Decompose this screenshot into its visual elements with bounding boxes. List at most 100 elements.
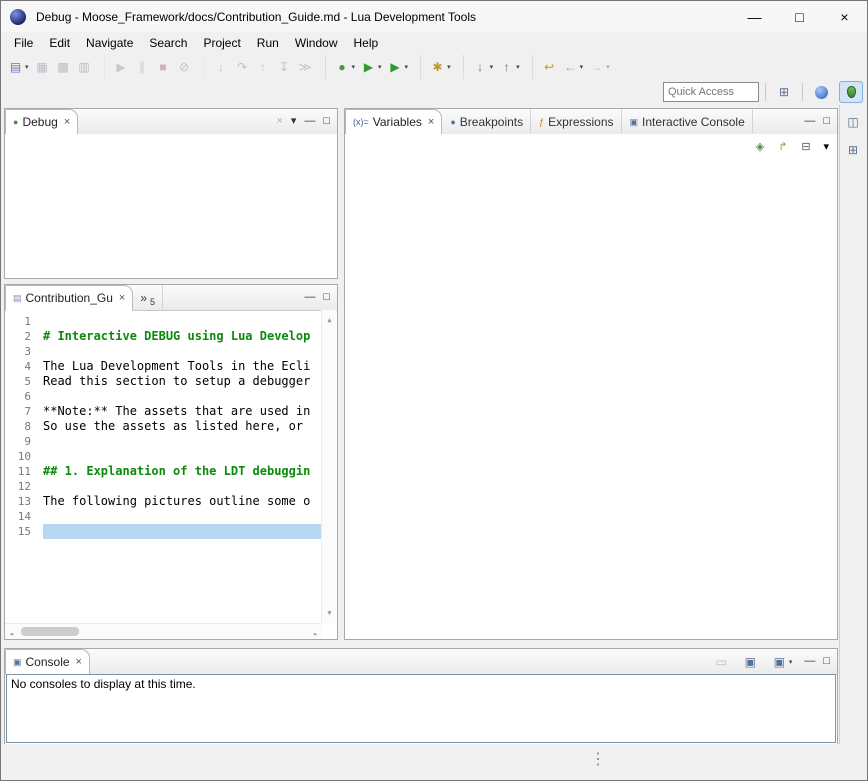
dropdown-arrow-icon[interactable]: ▾ <box>378 63 382 71</box>
debug-icon[interactable]: ● ▾ <box>325 54 358 80</box>
forward-icon[interactable]: → ▾ <box>587 54 612 80</box>
editor-line[interactable]: 2 # Interactive DEBUG using Lua Develop <box>5 329 322 344</box>
editor-line[interactable]: 1 <box>5 314 322 329</box>
search-icon[interactable]: ✱ ▾ <box>420 54 453 80</box>
editor-line[interactable]: 3 <box>5 344 322 359</box>
next-annotation-icon[interactable]: ↓ ▾ <box>463 54 496 80</box>
line-number[interactable]: 7 <box>5 404 43 419</box>
dropdown-arrow-icon[interactable]: ▾ <box>447 63 451 71</box>
minimize-button[interactable]: — <box>732 1 777 32</box>
editor-line[interactable]: 8 So use the assets as listed here, or <box>5 419 322 434</box>
tab-breakpoints[interactable]: ● Breakpoints <box>442 109 531 134</box>
open-console-icon[interactable]: ▣ ▾ <box>770 649 795 675</box>
close-tab-icon[interactable]: × <box>76 656 82 668</box>
scroll-left-icon[interactable]: ◄ <box>9 627 13 639</box>
line-number[interactable]: 8 <box>5 419 43 434</box>
line-number[interactable]: 13 <box>5 494 43 509</box>
tab-interactive-console[interactable]: ▣ Interactive Console <box>622 109 753 134</box>
editor-horizontal-scrollbar[interactable]: ◄ ► <box>5 623 322 639</box>
menu-edit[interactable]: Edit <box>41 34 78 52</box>
layout-restore-icon[interactable]: ◫ <box>844 113 862 131</box>
save-icon[interactable]: ▦ <box>33 54 52 80</box>
console-content[interactable]: No consoles to display at this time. <box>6 674 836 743</box>
editor-line[interactable]: 9 <box>5 434 322 449</box>
menu-navigate[interactable]: Navigate <box>78 34 141 52</box>
minimize-view-icon[interactable]: — <box>304 116 315 127</box>
line-number[interactable]: 4 <box>5 359 43 374</box>
minimize-view-icon[interactable]: — <box>304 292 315 303</box>
editor-line[interactable]: 14 <box>5 509 322 524</box>
close-tab-icon[interactable]: × <box>428 116 434 128</box>
back-icon[interactable]: ← ▾ <box>561 54 586 80</box>
lua-perspective-button[interactable] <box>809 81 833 103</box>
terminate-icon[interactable]: ■ <box>154 54 173 80</box>
line-number[interactable]: 3 <box>5 344 43 359</box>
line-number[interactable]: 9 <box>5 434 43 449</box>
save-all-icon[interactable]: ▩ <box>54 54 73 80</box>
clear-console-icon[interactable]: ▭ <box>712 649 731 675</box>
line-number[interactable]: 5 <box>5 374 43 389</box>
step-into-icon[interactable]: ↓ <box>204 54 231 80</box>
tab-expressions[interactable]: ƒ Expressions <box>531 109 621 134</box>
tab-console[interactable]: ▣ Console × <box>5 649 90 675</box>
previous-annotation-icon[interactable]: ↑ ▾ <box>497 54 522 80</box>
minimize-view-icon[interactable]: — <box>804 116 815 127</box>
debug-perspective-button[interactable] <box>839 81 863 103</box>
line-number[interactable]: 1 <box>5 314 43 329</box>
tab-variables[interactable]: (x)= Variables × <box>345 109 442 135</box>
line-number[interactable]: 6 <box>5 389 43 404</box>
dropdown-arrow-icon[interactable]: ▾ <box>580 63 584 71</box>
tab-contribution-guide[interactable]: ▤ Contribution_Gu × <box>5 285 133 311</box>
menu-project[interactable]: Project <box>195 34 248 52</box>
print-icon[interactable]: ▥ <box>75 54 94 80</box>
scroll-up-icon[interactable]: ▲ <box>322 313 337 328</box>
maximize-view-icon[interactable]: □ <box>823 656 830 667</box>
line-number[interactable]: 10 <box>5 449 43 464</box>
dropdown-arrow-icon[interactable]: ▾ <box>405 63 409 71</box>
line-number[interactable]: 11 <box>5 464 43 479</box>
display-selected-console-icon[interactable]: ▣ <box>741 649 760 675</box>
resume-icon[interactable]: ▶ <box>104 54 131 80</box>
run-icon[interactable]: ▶ ▾ <box>359 54 384 80</box>
collapse-all-icon[interactable]: ⊟ <box>798 139 813 155</box>
external-tools-icon[interactable]: ▶ ▾ <box>386 54 411 80</box>
menu-help[interactable]: Help <box>346 34 387 52</box>
editor-vertical-scrollbar[interactable]: ▲ ▼ <box>321 310 337 624</box>
line-number[interactable]: 2 <box>5 329 43 344</box>
drag-handle-icon[interactable]: ⋮ <box>590 749 606 769</box>
remove-all-terminated-icon[interactable]: × <box>276 116 282 127</box>
view-menu-icon[interactable]: ▾ <box>823 142 829 153</box>
tab-debug[interactable]: ● Debug × <box>5 109 78 135</box>
editor-line[interactable]: 13 The following pictures outline some o <box>5 494 322 509</box>
new-wizard-icon[interactable]: ▤ ▾ <box>6 54 31 80</box>
maximize-view-icon[interactable]: □ <box>823 116 830 127</box>
line-number[interactable]: 14 <box>5 509 43 524</box>
close-button[interactable]: × <box>822 1 867 32</box>
scroll-down-icon[interactable]: ▼ <box>322 606 337 621</box>
maximize-button[interactable]: □ <box>777 1 822 32</box>
editor-line[interactable]: 5 Read this section to setup a debugger <box>5 374 322 389</box>
menu-window[interactable]: Window <box>287 34 346 52</box>
line-number[interactable]: 15 <box>5 524 43 539</box>
maximize-view-icon[interactable]: □ <box>323 292 330 303</box>
debug-view-content[interactable] <box>5 134 337 278</box>
menu-file[interactable]: File <box>6 34 41 52</box>
open-perspective-button[interactable]: ⊞ <box>772 81 796 103</box>
add-watch-expression-icon[interactable]: ↱ <box>775 139 790 155</box>
show-logical-structures-icon[interactable]: ◈ <box>752 139 767 155</box>
view-menu-icon[interactable]: ▾ <box>291 116 297 127</box>
dropdown-arrow-icon[interactable]: ▾ <box>352 63 356 71</box>
editor-overflow-tab[interactable]: » 5 <box>133 285 163 310</box>
menu-run[interactable]: Run <box>249 34 287 52</box>
scrollbar-thumb[interactable] <box>21 627 79 636</box>
close-tab-icon[interactable]: × <box>64 116 70 128</box>
dropdown-arrow-icon[interactable]: ▾ <box>25 63 29 71</box>
variables-view-content[interactable]: ◈ ↱ ⊟ ▾ <box>345 134 837 639</box>
scroll-right-icon[interactable]: ► <box>314 627 318 639</box>
dropdown-arrow-icon[interactable]: ▾ <box>516 63 520 71</box>
menu-search[interactable]: Search <box>141 34 195 52</box>
editor-line[interactable]: 11 ## 1. Explanation of the LDT debuggin <box>5 464 322 479</box>
dropdown-arrow-icon[interactable]: ▾ <box>490 63 494 71</box>
use-step-filters-icon[interactable]: ≫ <box>296 54 315 80</box>
close-tab-icon[interactable]: × <box>119 292 125 304</box>
